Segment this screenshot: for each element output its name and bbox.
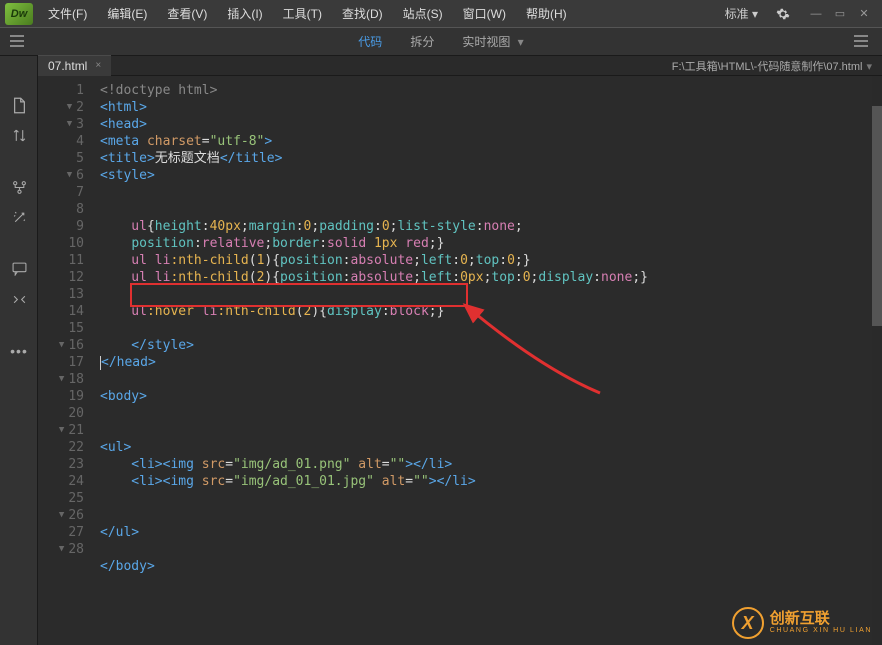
breadcrumb: F:\工具箱\HTML\-代码随意制作\07.html▾ bbox=[672, 58, 882, 74]
file-tab[interactable]: 07.html × bbox=[38, 55, 111, 76]
window-close-button[interactable]: ✕ bbox=[852, 4, 876, 24]
menu-help[interactable]: 帮助(H) bbox=[516, 0, 577, 28]
tab-label: 07.html bbox=[48, 56, 87, 76]
panel-menu-icon[interactable] bbox=[854, 35, 872, 49]
view-code-tab[interactable]: 代码 bbox=[344, 28, 396, 56]
file-icon[interactable] bbox=[0, 90, 38, 120]
main-menu: 文件(F) 编辑(E) 查看(V) 插入(I) 工具(T) 查找(D) 站点(S… bbox=[38, 0, 577, 28]
scrollbar-thumb[interactable] bbox=[872, 106, 882, 326]
hierarchy-icon[interactable] bbox=[0, 172, 38, 202]
view-live-tab[interactable]: 实时视图 ▾ bbox=[448, 28, 537, 56]
tab-bar: 07.html × F:\工具箱\HTML\-代码随意制作\07.html▾ bbox=[38, 56, 882, 76]
menu-tools[interactable]: 工具(T) bbox=[273, 0, 332, 28]
chevron-down-icon[interactable]: ▾ bbox=[862, 61, 872, 73]
view-split-tab[interactable]: 拆分 bbox=[396, 28, 448, 56]
workspace-dropdown[interactable]: 标准 ▾ bbox=[717, 3, 766, 24]
left-sidebar: ••• bbox=[0, 56, 38, 645]
window-maximize-button[interactable]: ▭ bbox=[828, 4, 852, 24]
wand-icon[interactable] bbox=[0, 202, 38, 232]
layout-menu-icon[interactable] bbox=[10, 35, 28, 49]
diff-icon[interactable] bbox=[0, 120, 38, 150]
close-icon[interactable]: × bbox=[95, 56, 101, 76]
comment-icon[interactable] bbox=[0, 254, 38, 284]
more-icon[interactable]: ••• bbox=[0, 336, 38, 366]
window-minimize-button[interactable]: — bbox=[804, 4, 828, 24]
menu-insert[interactable]: 插入(I) bbox=[217, 0, 272, 28]
menu-view[interactable]: 查看(V) bbox=[157, 0, 217, 28]
menu-find[interactable]: 查找(D) bbox=[332, 0, 393, 28]
app-logo: Dw bbox=[5, 3, 33, 25]
menu-edit[interactable]: 编辑(E) bbox=[97, 0, 157, 28]
view-bar: 代码 拆分 实时视图 ▾ bbox=[0, 28, 882, 56]
code-editor[interactable]: 1▼2▼345▼6789101112131415▼1617▼181920▼212… bbox=[38, 76, 882, 645]
gear-icon[interactable] bbox=[776, 7, 790, 21]
line-gutter: 1▼2▼345▼6789101112131415▼1617▼181920▼212… bbox=[38, 76, 94, 645]
vertical-scrollbar[interactable] bbox=[872, 76, 882, 645]
menu-window[interactable]: 窗口(W) bbox=[453, 0, 516, 28]
menu-file[interactable]: 文件(F) bbox=[38, 0, 97, 28]
chevron-down-icon: ▾ bbox=[510, 35, 523, 49]
collapse-icon[interactable] bbox=[0, 284, 38, 314]
code-content[interactable]: <!doctype html><html><head><meta charset… bbox=[94, 76, 882, 645]
title-bar: Dw 文件(F) 编辑(E) 查看(V) 插入(I) 工具(T) 查找(D) 站… bbox=[0, 0, 882, 28]
menu-site[interactable]: 站点(S) bbox=[393, 0, 453, 28]
